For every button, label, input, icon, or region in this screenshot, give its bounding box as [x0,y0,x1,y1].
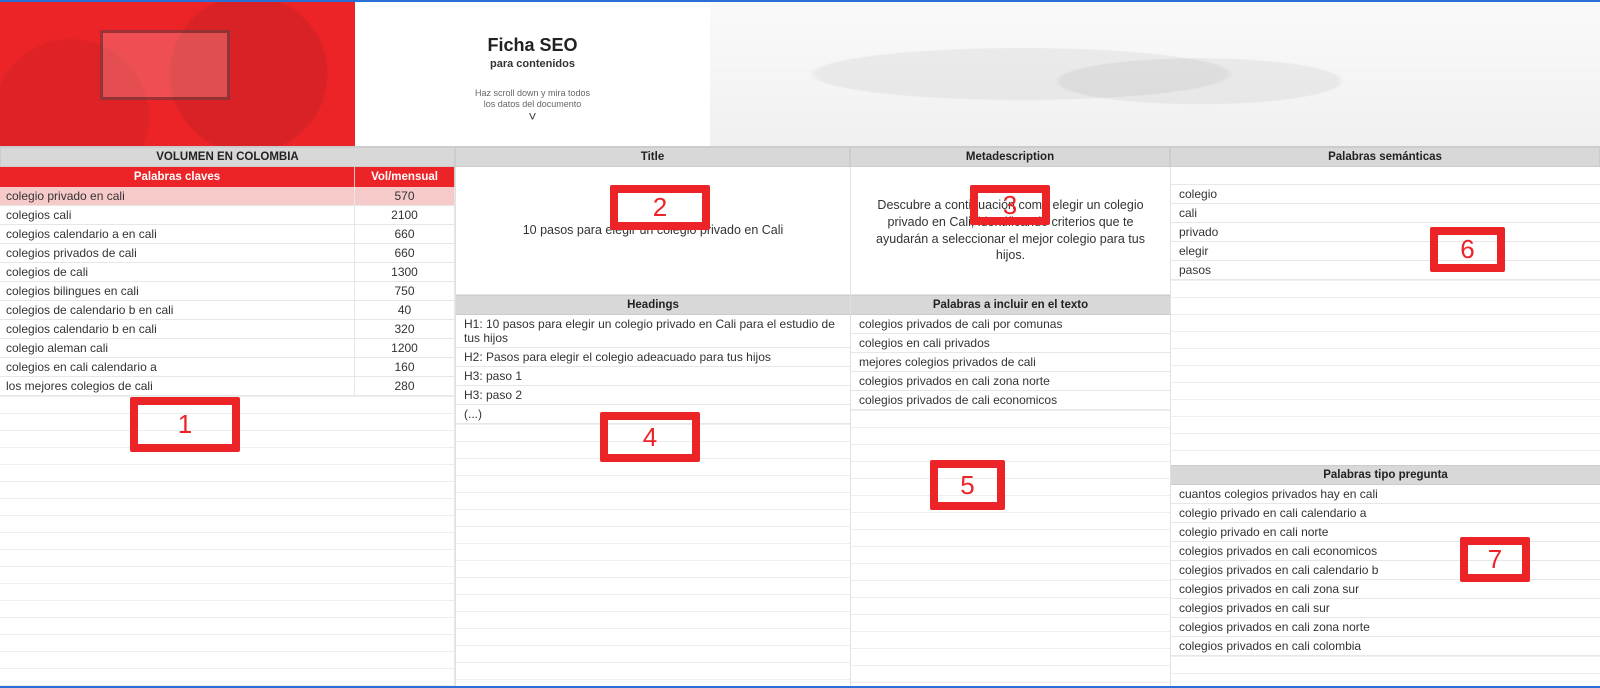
semantic-item: colegio [1171,185,1600,204]
header-metadescription: Metadescription [850,147,1170,167]
table-row: los mejores colegios de cali280 [0,377,455,396]
header-volumen: VOLUMEN EN COLOMBIA [0,147,455,167]
header-include: Palabras a incluir en el texto [851,295,1170,315]
column-title-headings: 10 pasos para elegir un colegio privado … [455,167,850,686]
question-item: cuantos colegios privados hay en cali [1171,485,1600,504]
heading-item: H3: paso 2 [456,386,850,405]
header-title: Title [455,147,850,167]
body-grid: Palabras claves Vol/mensual colegio priv… [0,167,1600,686]
volume-cell: 570 [355,187,455,206]
volume-cell: 1300 [355,263,455,282]
semantic-item: privado [1171,223,1600,242]
keyword-cell: colegios en cali calendario a [0,358,355,377]
header-questions: Palabras tipo pregunta [1171,465,1600,485]
table-row: colegios de cali1300 [0,263,455,282]
question-item: colegios privados en cali calendario b [1171,561,1600,580]
hero-image-left [0,2,355,146]
keyword-cell: colegio privado en cali [0,187,355,206]
volume-cell: 160 [355,358,455,377]
keywords-header-vol: Vol/mensual [355,167,455,187]
hero-banner: Ficha SEO para contenidos Haz scroll dow… [0,2,1600,147]
column-keywords: Palabras claves Vol/mensual colegio priv… [0,167,455,686]
include-item: colegios privados en cali zona norte [851,372,1170,391]
metadescription-text: Descubre a continuación como elegir un c… [851,167,1170,295]
keyword-cell: colegios de cali [0,263,355,282]
keyword-cell: colegios privados de cali [0,244,355,263]
volume-cell: 660 [355,225,455,244]
question-item: colegios privados en cali economicos [1171,542,1600,561]
keywords-header-kw: Palabras claves [0,167,355,187]
include-item: colegios privados de cali por comunas [851,315,1170,334]
table-row: colegios calendario a en cali660 [0,225,455,244]
include-item: colegios en cali privados [851,334,1170,353]
include-item: mejores colegios privados de cali [851,353,1170,372]
keyword-cell: colegios calendario b en cali [0,320,355,339]
hero-image-right [710,2,1600,146]
table-row: colegios de calendario b en cali40 [0,301,455,320]
table-row: colegios calendario b en cali320 [0,320,455,339]
table-row: colegios en cali calendario a160 [0,358,455,377]
volume-cell: 1200 [355,339,455,358]
header-headings: Headings [456,295,850,315]
keyword-cell: los mejores colegios de cali [0,377,355,396]
hero-subtitle: para contenidos [490,58,575,70]
volume-cell: 2100 [355,206,455,225]
header-semanticas: Palabras semánticas [1170,147,1600,167]
question-item: colegios privados en cali colombia [1171,637,1600,656]
keyword-cell: colegios cali [0,206,355,225]
question-item: colegios privados en cali zona sur [1171,580,1600,599]
keywords-table: Palabras claves Vol/mensual colegio priv… [0,167,455,396]
section-headers-row: VOLUMEN EN COLOMBIA Title Metadescriptio… [0,147,1600,167]
table-row: colegios privados de cali660 [0,244,455,263]
keyword-cell: colegio aleman cali [0,339,355,358]
include-item: colegios privados de cali economicos [851,391,1170,410]
heading-item: H2: Pasos para elegir el colegio adeacua… [456,348,850,367]
heading-item: (...) [456,405,850,424]
keyword-cell: colegios bilingues en cali [0,282,355,301]
volume-cell: 320 [355,320,455,339]
keyword-cell: colegios calendario a en cali [0,225,355,244]
semantic-item: elegir [1171,242,1600,261]
hero-title-block: Ficha SEO para contenidos Haz scroll dow… [355,2,710,146]
volume-cell: 280 [355,377,455,396]
semantic-item: cali [1171,204,1600,223]
hero-title: Ficha SEO [487,35,577,56]
table-row: colegios cali2100 [0,206,455,225]
chevron-down-icon: ˅ [528,109,536,123]
table-row: colegios bilingues en cali750 [0,282,455,301]
semantic-item: pasos [1171,261,1600,280]
seo-sheet: Ficha SEO para contenidos Haz scroll dow… [0,0,1600,688]
volume-cell: 750 [355,282,455,301]
column-semantic-question: colegiocaliprivadoelegirpasos Palabras t… [1170,167,1600,686]
volume-cell: 660 [355,244,455,263]
keyword-cell: colegios de calendario b en cali [0,301,355,320]
question-item: colegio privado en cali norte [1171,523,1600,542]
question-item: colegios privados en cali sur [1171,599,1600,618]
column-metadesc-include: Descubre a continuación como elegir un c… [850,167,1170,686]
question-item: colegio privado en cali calendario a [1171,504,1600,523]
question-item: colegios privados en cali zona norte [1171,618,1600,637]
volume-cell: 40 [355,301,455,320]
table-row: colegio privado en cali570 [0,187,455,206]
title-text: 10 pasos para elegir un colegio privado … [456,167,850,295]
hero-hint: Haz scroll down y mira todos los datos d… [475,88,590,110]
heading-item: H3: paso 1 [456,367,850,386]
heading-item: H1: 10 pasos para elegir un colegio priv… [456,315,850,348]
table-row: colegio aleman cali1200 [0,339,455,358]
